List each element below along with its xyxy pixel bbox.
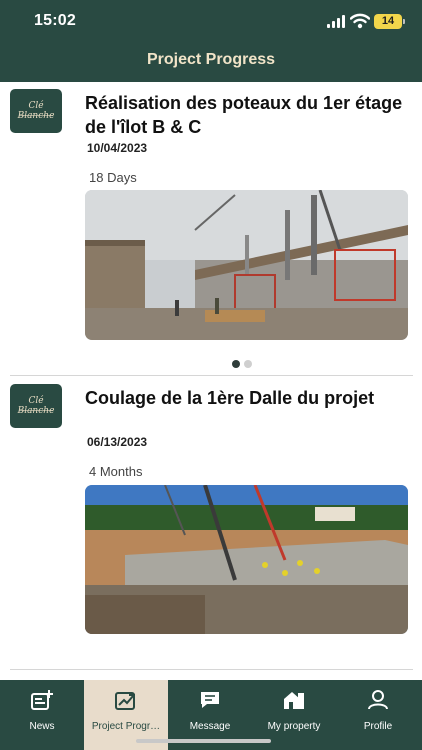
tab-label: Project Progr… [91,721,161,732]
progress-post[interactable]: Clé Blanche Coulage de la 1ère Dalle du … [0,376,422,670]
profile-icon [367,690,389,710]
status-time: 15:02 [34,12,76,29]
post-date: 06/13/2023 [87,435,148,449]
post-duration: 4 Months [89,464,143,479]
tab-label: Message [189,721,231,732]
top-bar: 15:02 14 Project Progress [0,0,422,82]
divider [10,669,413,670]
progress-post[interactable]: Clé Blanche Réalisation des poteaux du 1… [0,82,422,376]
progress-chart-icon [115,690,137,710]
carousel-dot-active[interactable] [232,360,240,368]
post-title: Réalisation des poteaux du 1er étage de … [85,93,403,137]
wifi-icon [349,13,371,29]
tab-label: My property [267,721,321,732]
signal-icon [327,15,347,28]
tab-label: News [29,721,55,732]
carousel-dot[interactable] [244,360,252,368]
post-duration: 18 Days [89,170,137,185]
post-photo[interactable] [85,485,408,634]
news-icon [31,690,53,710]
home-indicator[interactable] [136,739,271,743]
app-screen: 15:02 14 Project Progress Clé Blanche Ré… [0,0,422,750]
status-bar: 15:02 14 [0,0,422,44]
post-title: Coulage de la 1ère Dalle du projet [85,388,375,408]
tab-label: Profile [363,721,393,732]
post-photo[interactable] [85,190,408,340]
message-icon [199,690,221,710]
company-logo: Clé Blanche [10,384,62,428]
tab-profile[interactable]: Profile [336,680,422,750]
battery-icon: 14 [374,14,405,29]
page-title: Project Progress [146,51,276,68]
property-icon [283,690,305,710]
post-date: 10/04/2023 [87,141,148,155]
carousel-indicator [232,360,262,368]
tab-news[interactable]: News [0,680,84,750]
company-logo: Clé Blanche [10,89,62,133]
